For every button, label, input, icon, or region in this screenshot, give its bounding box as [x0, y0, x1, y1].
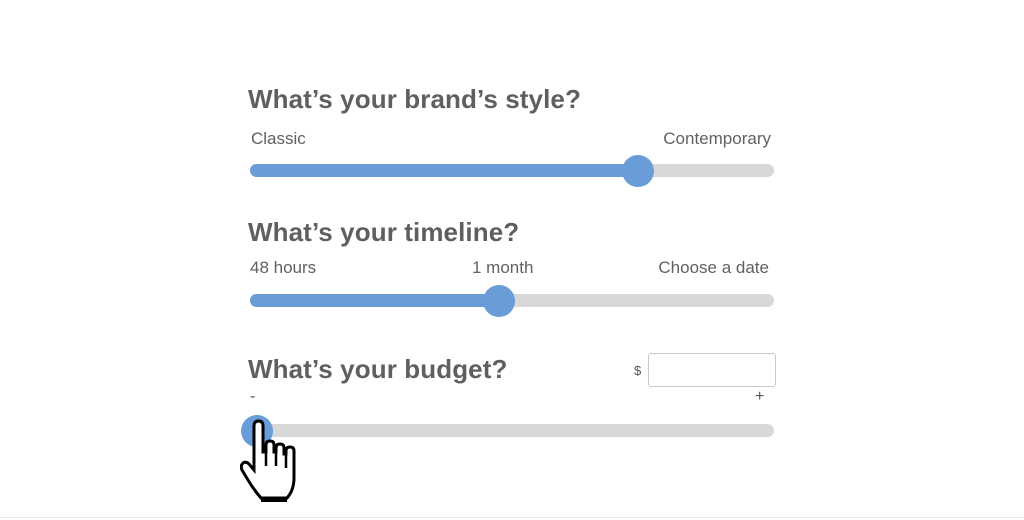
timeline-label-1-month: 1 month	[472, 258, 534, 277]
timeline-slider[interactable]	[250, 284, 774, 317]
style-min-label: Classic	[251, 129, 306, 148]
timeline-slider-fill	[250, 294, 499, 307]
timeline-slider-thumb[interactable]	[482, 284, 515, 317]
bottom-divider	[0, 517, 1024, 518]
style-question-title: What’s your brand’s style?	[248, 84, 581, 114]
budget-question-title: What’s your budget?	[248, 354, 508, 384]
style-slider-fill	[250, 164, 638, 177]
budget-min-label: -	[250, 388, 256, 405]
timeline-label-48-hours: 48 hours	[250, 258, 317, 277]
budget-input[interactable]	[648, 353, 776, 387]
hand-pointer-icon	[240, 419, 296, 502]
timeline-question-title: What’s your timeline?	[248, 217, 520, 247]
budget-max-label: +	[755, 388, 765, 405]
style-max-label: Contemporary	[663, 129, 771, 148]
budget-slider[interactable]	[240, 414, 774, 447]
style-slider-thumb[interactable]	[621, 154, 654, 187]
timeline-label-choose-date: Choose a date	[658, 258, 769, 277]
style-slider[interactable]	[250, 154, 774, 187]
currency-symbol: $	[634, 363, 642, 378]
